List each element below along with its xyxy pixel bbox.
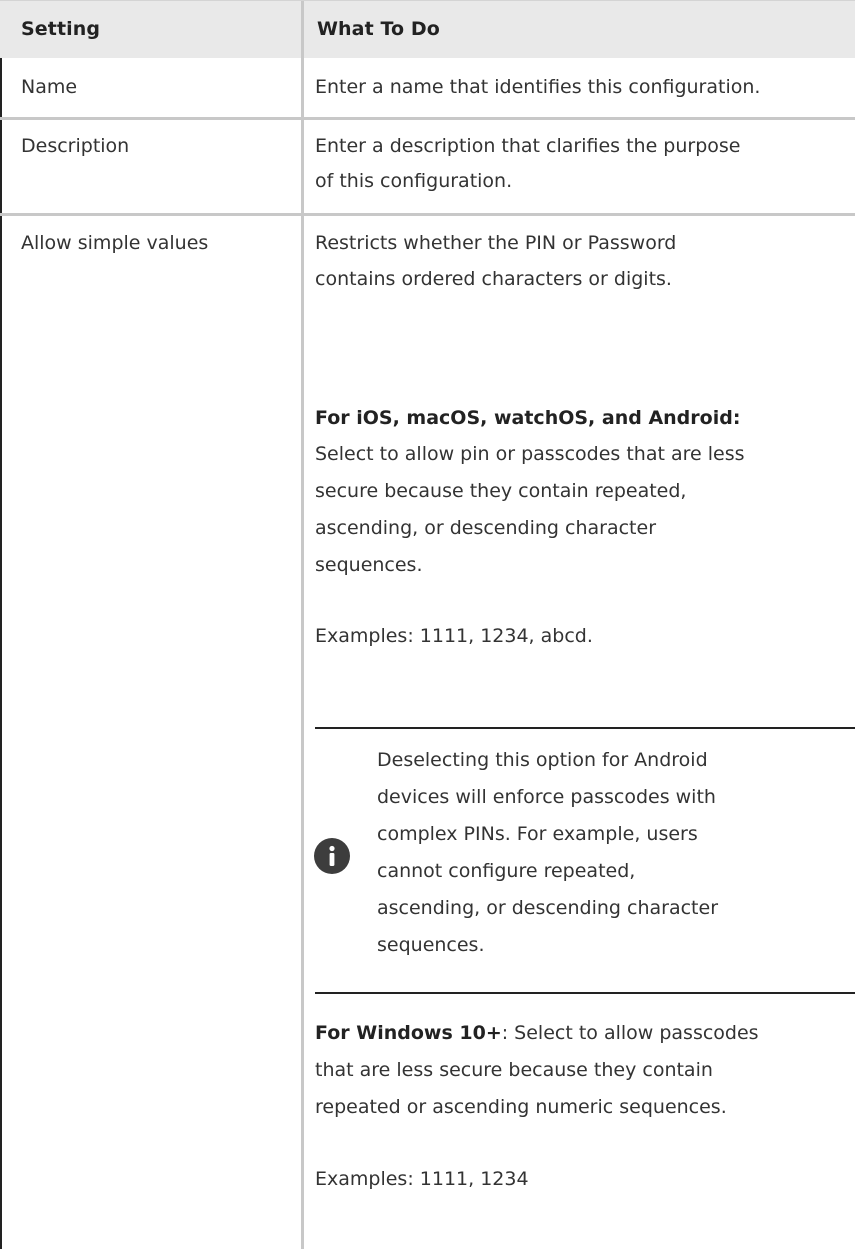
note-top-rule	[315, 727, 855, 729]
setting-name: Description	[21, 135, 130, 157]
windows-examples: Examples: 1111, 1234	[315, 1168, 529, 1190]
setting-description-line: Enter a description that clarifies the p…	[315, 135, 741, 157]
windows-first-line-rest: : Select to allow passcodes	[501, 1022, 759, 1044]
setting-description-line: of this configuration.	[315, 170, 513, 192]
table-header-row: Setting What To Do	[0, 0, 855, 59]
windows-heading: For Windows 10+	[315, 1022, 502, 1044]
header-column-divider	[301, 1, 304, 59]
header-what-to-do: What To Do	[317, 18, 440, 40]
intro-line: Restricts whether the PIN or Password	[315, 232, 677, 254]
setting-description: Enter a name that identifies this config…	[315, 76, 761, 98]
apple-android-line: secure because they contain repeated,	[315, 480, 687, 502]
windows-first-line: For Windows 10+: Select to allow passcod…	[315, 1015, 855, 1051]
row-divider	[0, 213, 855, 216]
apple-android-line: ascending, or descending character	[315, 517, 657, 539]
setting-name: Name	[21, 76, 78, 98]
setting-name: Allow simple values	[21, 232, 209, 254]
row-divider	[0, 117, 855, 120]
table-left-border	[0, 58, 2, 1249]
info-icon	[314, 838, 350, 874]
note-line: sequences.	[377, 934, 485, 956]
apple-android-examples: Examples: 1111, 1234, abcd.	[315, 625, 593, 647]
header-setting: Setting	[21, 18, 101, 40]
table-column-divider	[301, 58, 304, 1249]
settings-table: Setting What To Do Name Enter a name tha…	[0, 0, 855, 1249]
note-line: cannot configure repeated,	[377, 860, 636, 882]
windows-line: that are less secure because they contai…	[315, 1059, 713, 1081]
apple-android-line: Select to allow pin or passcodes that ar…	[315, 443, 745, 465]
note-line: ascending, or descending character	[377, 897, 719, 919]
apple-android-heading: For iOS, macOS, watchOS, and Android:	[315, 407, 741, 429]
windows-line: repeated or ascending numeric sequences.	[315, 1096, 727, 1118]
note-line: complex PINs. For example, users	[377, 823, 698, 845]
apple-android-line: sequences.	[315, 554, 423, 576]
intro-line: contains ordered characters or digits.	[315, 268, 672, 290]
note-line: devices will enforce passcodes with	[377, 786, 716, 808]
note-bottom-rule	[315, 992, 855, 994]
note-line: Deselecting this option for Android	[377, 749, 708, 771]
